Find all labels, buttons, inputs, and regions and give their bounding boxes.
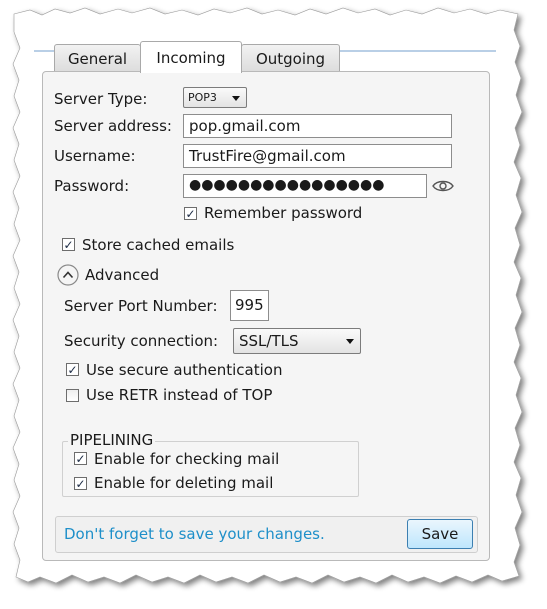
server-address-input[interactable]: pop.gmail.com xyxy=(183,114,452,138)
server-address-label: Server address: xyxy=(54,117,172,135)
security-select[interactable]: SSL/TLS xyxy=(233,328,361,354)
tab-outgoing[interactable]: Outgoing xyxy=(241,44,340,72)
remember-password-checkbox[interactable] xyxy=(184,207,197,220)
use-retr-checkbox[interactable] xyxy=(66,389,79,402)
password-input[interactable]: ●●●●●●●●●●●●●●●● xyxy=(183,174,427,198)
use-retr-label: Use RETR instead of TOP xyxy=(86,386,273,404)
save-button[interactable]: Save xyxy=(407,519,473,549)
save-reminder-text: Don't forget to save your changes. xyxy=(64,525,325,543)
dropdown-arrow-icon xyxy=(232,95,240,101)
pipelining-deleting-checkbox[interactable] xyxy=(74,477,87,490)
remember-password-label: Remember password xyxy=(204,204,363,222)
dropdown-arrow-icon xyxy=(346,339,354,344)
tab-label: Incoming xyxy=(156,48,226,67)
server-type-select[interactable]: POP3 xyxy=(183,87,247,108)
pipelining-checking-label: Enable for checking mail xyxy=(94,450,280,468)
username-input[interactable]: TrustFire@gmail.com xyxy=(183,144,452,168)
tab-label: Outgoing xyxy=(255,49,326,68)
secure-auth-checkbox[interactable] xyxy=(66,363,79,376)
username-label: Username: xyxy=(54,147,136,165)
advanced-label[interactable]: Advanced xyxy=(85,266,159,284)
pipelining-title: PIPELINING xyxy=(68,431,156,449)
pipelining-checking-checkbox[interactable] xyxy=(74,452,87,465)
tab-general[interactable]: General xyxy=(54,44,141,72)
chevron-up-icon[interactable] xyxy=(57,264,79,286)
tab-label: General xyxy=(67,49,128,68)
port-label: Server Port Number: xyxy=(64,297,218,315)
security-label: Security connection: xyxy=(64,332,219,350)
password-label: Password: xyxy=(54,177,130,195)
pipelining-deleting-label: Enable for deleting mail xyxy=(94,474,274,492)
server-type-label: Server Type: xyxy=(54,90,148,108)
server-type-value: POP3 xyxy=(188,91,217,104)
port-input[interactable]: 995 xyxy=(230,290,269,321)
store-cached-checkbox[interactable] xyxy=(62,238,75,251)
tab-incoming[interactable]: Incoming xyxy=(140,41,242,73)
security-value: SSL/TLS xyxy=(239,332,299,350)
store-cached-label: Store cached emails xyxy=(82,236,235,254)
eye-icon[interactable] xyxy=(432,178,454,194)
secure-auth-label: Use secure authentication xyxy=(86,361,283,379)
